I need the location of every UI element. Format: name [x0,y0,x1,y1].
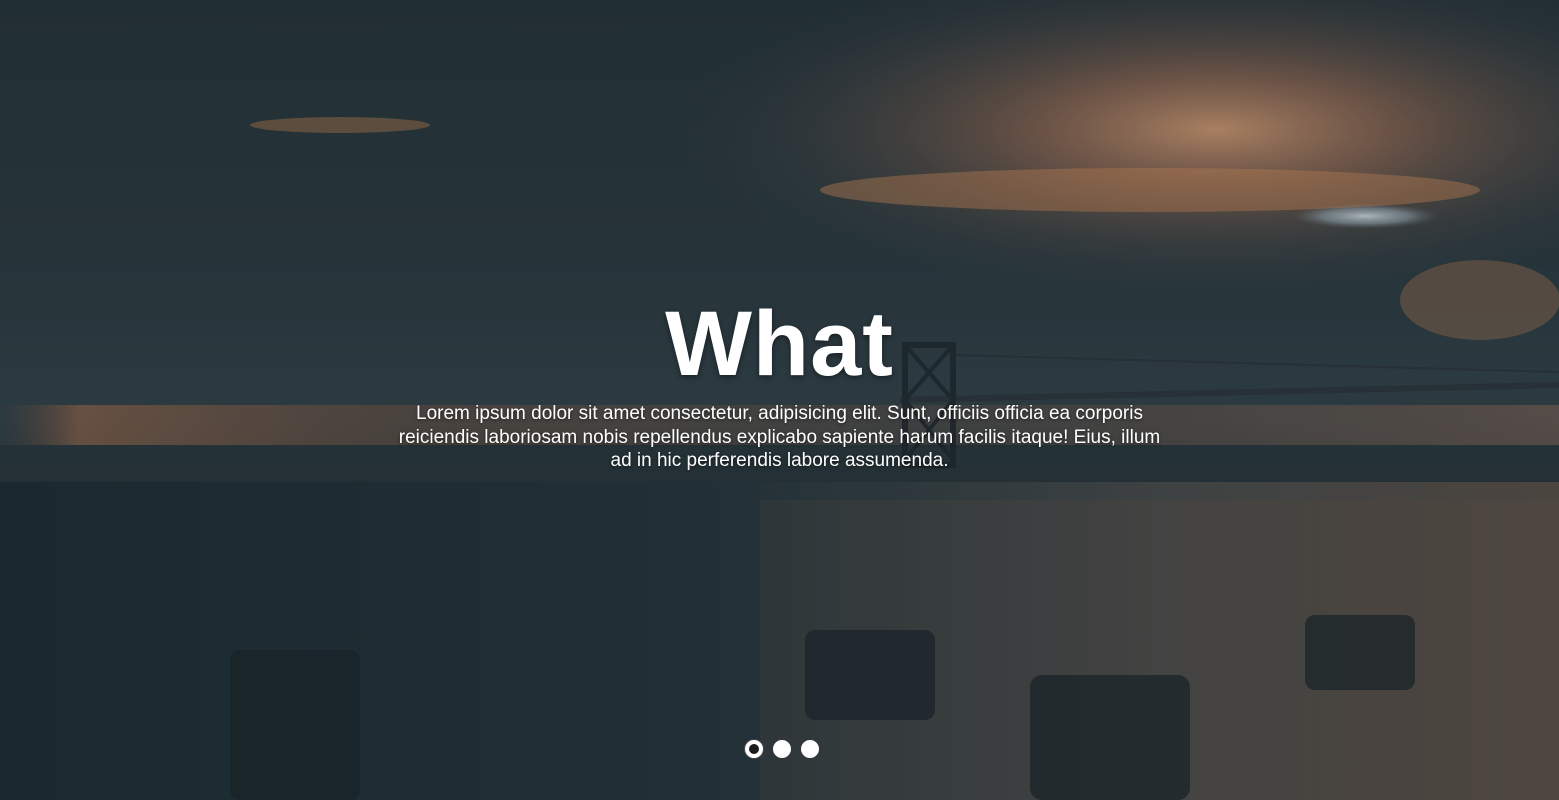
slide-dot-3[interactable] [800,740,819,758]
slide-description: Lorem ipsum dolor sit amet consectetur, … [398,403,1161,471]
slide-caption: What Lorem ipsum dolor sit amet consecte… [0,290,1559,473]
slide-dot-2[interactable] [772,740,791,758]
hero-slider: What Lorem ipsum dolor sit amet consecte… [0,0,1559,800]
slide-dot-1[interactable] [744,740,763,758]
slide-title: What [665,293,894,395]
slider-pagination [0,740,1559,758]
